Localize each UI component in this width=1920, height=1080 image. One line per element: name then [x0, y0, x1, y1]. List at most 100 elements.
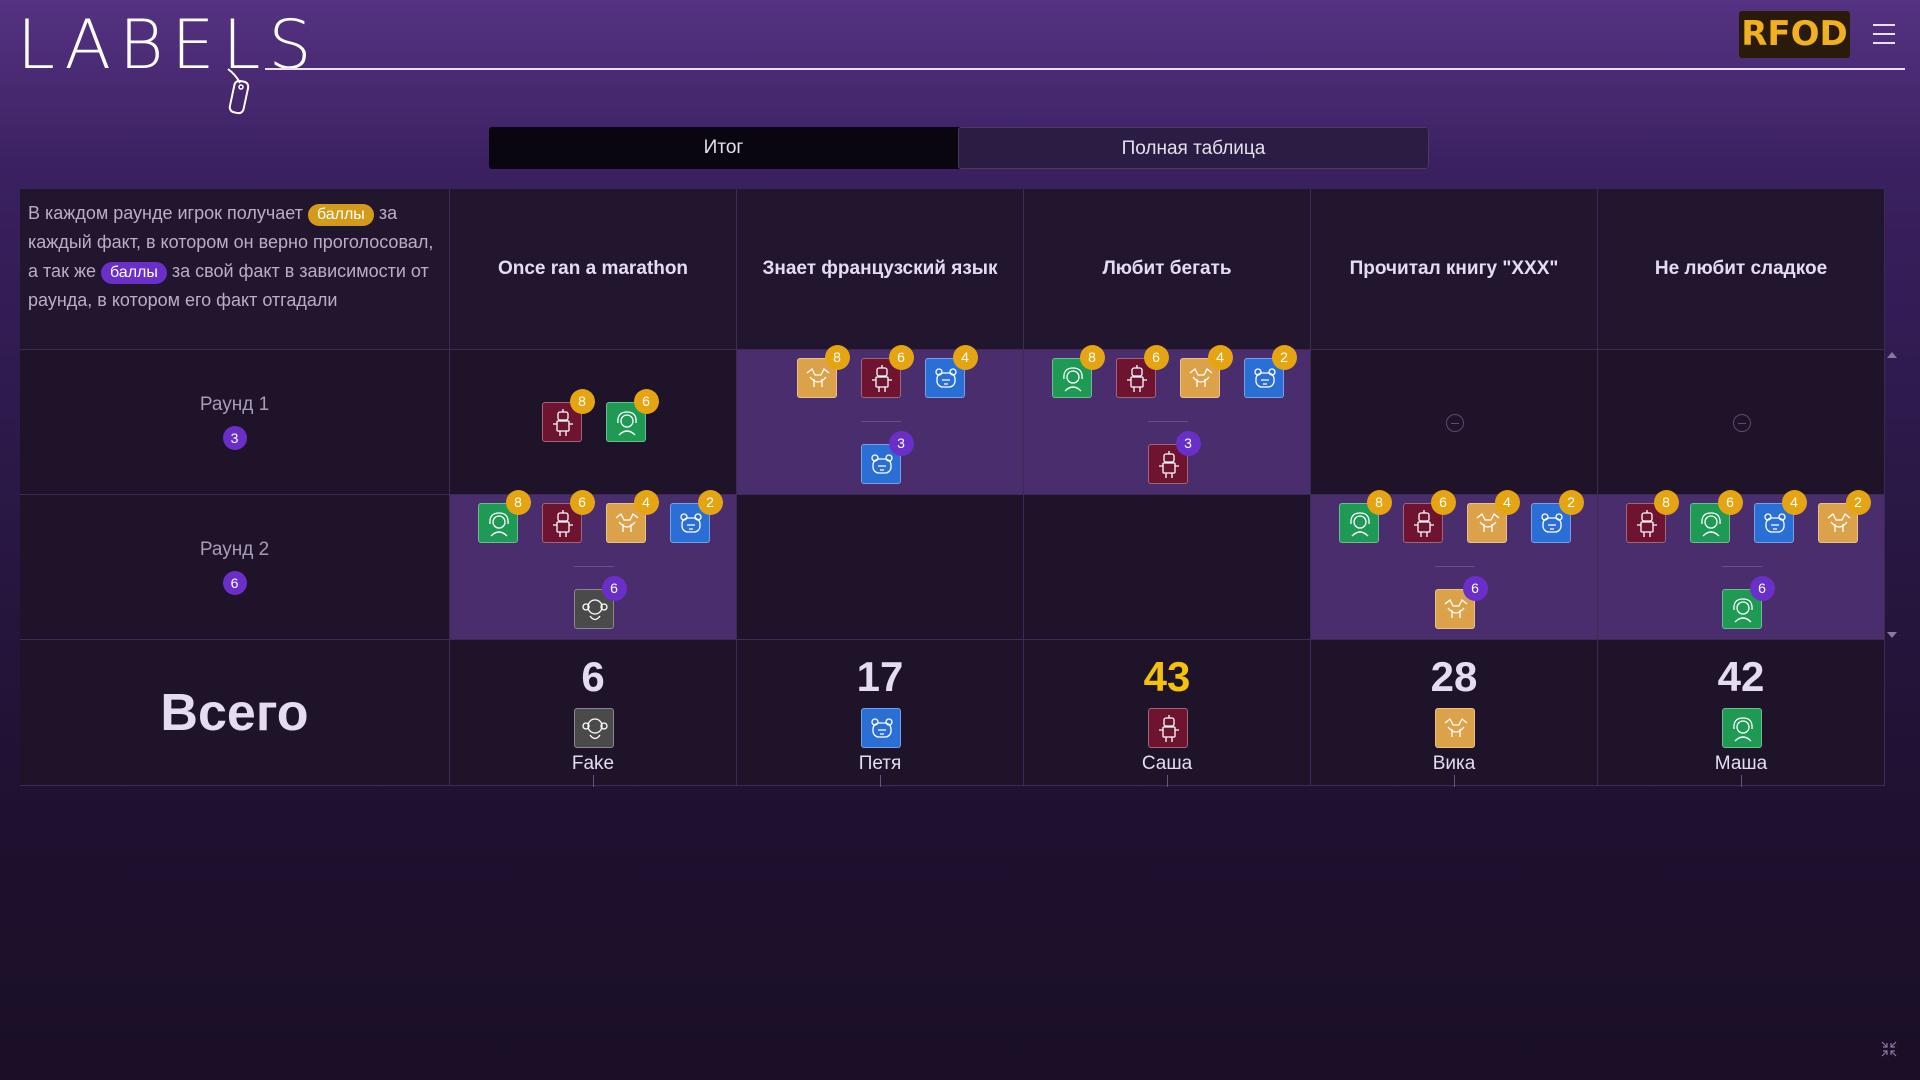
points-badge: 6: [1462, 576, 1488, 601]
column-tick: [1741, 775, 1742, 787]
girl-icon: [616, 411, 637, 436]
fact-column-header: Прочитал книгу "XXX": [1311, 189, 1598, 350]
dog-icon: [1476, 512, 1499, 532]
points-badge: 6: [1717, 490, 1743, 515]
player-token[interactable]: [860, 708, 901, 748]
player-token[interactable]: 8: [796, 345, 850, 398]
player-name: Петя: [858, 753, 902, 774]
column-tick: [593, 775, 594, 787]
player-token[interactable]: [1721, 708, 1762, 748]
hamburger-menu-icon[interactable]: [1873, 24, 1895, 44]
tab-summary[interactable]: Итог: [489, 127, 958, 169]
player-token[interactable]: 8: [1338, 490, 1392, 543]
round-cell: 8 6 4 3: [737, 345, 1024, 495]
points-badge: 6: [1143, 345, 1169, 370]
player-token[interactable]: 6: [541, 490, 595, 543]
player-token[interactable]: 8: [1625, 490, 1679, 543]
dog-icon: [1444, 598, 1467, 618]
points-badge: 3: [1175, 431, 1201, 456]
player-token[interactable]: 6: [1402, 490, 1456, 543]
player-token[interactable]: 8: [477, 490, 531, 543]
player-token[interactable]: 2: [669, 490, 723, 543]
total-label: Всего: [20, 640, 450, 786]
player-total-cell: 28 Вика: [1311, 640, 1598, 787]
round-cell: [1024, 495, 1311, 640]
player-token[interactable]: 4: [605, 490, 659, 543]
girl-icon: [488, 512, 509, 537]
view-tabs: Итог Полная таблица: [489, 127, 1429, 169]
scroll-up-icon[interactable]: [1887, 352, 1897, 358]
points-badge: 4: [1781, 490, 1807, 515]
girl-icon: [1732, 717, 1753, 742]
player-token[interactable]: 3: [860, 431, 914, 484]
points-badge: 4: [633, 490, 659, 515]
points-badge: 6: [633, 389, 659, 414]
rules-text-1: В каждом раунде игрок получает: [28, 203, 308, 223]
points-badge: 6: [569, 490, 595, 515]
scroll-down-icon[interactable]: [1887, 632, 1897, 638]
player-token[interactable]: 4: [1753, 490, 1807, 543]
points-badge: 2: [1558, 490, 1584, 515]
round-label: Раунд 2 6: [20, 495, 450, 640]
player-token[interactable]: 8: [1051, 345, 1105, 398]
player-name: Саша: [1141, 753, 1193, 774]
player-token[interactable]: [1434, 708, 1475, 748]
points-badge: 6: [1430, 490, 1456, 515]
player-token[interactable]: 8: [541, 389, 595, 442]
table-scrollbar[interactable]: [1883, 350, 1901, 640]
player-token[interactable]: 4: [1179, 345, 1233, 398]
player-name: Fake: [571, 753, 615, 774]
player-token[interactable]: 6: [605, 389, 659, 442]
robot-icon: [552, 510, 573, 537]
player-token[interactable]: 6: [1721, 576, 1775, 629]
points-badge: 3: [888, 431, 914, 456]
points-badge: 4: [1207, 345, 1233, 370]
robot-icon: [1126, 365, 1147, 392]
tag-icon: [227, 68, 250, 115]
brand-badge[interactable]: RFOD: [1739, 11, 1850, 58]
points-badge: 8: [1366, 490, 1392, 515]
player-token[interactable]: 4: [1466, 490, 1520, 543]
round-name: Раунд 2: [199, 539, 270, 560]
points-pill-gold: баллы: [307, 204, 374, 226]
points-badge: 8: [505, 490, 531, 515]
column-tick: [1454, 775, 1455, 787]
monkey-icon: [581, 718, 608, 740]
header-divider: [265, 68, 1905, 70]
player-token[interactable]: [1147, 708, 1188, 748]
rules-description: В каждом раунде игрок получает баллы за …: [20, 189, 450, 350]
player-token[interactable]: 4: [924, 345, 978, 398]
tab-full-table[interactable]: Полная таблица: [958, 127, 1429, 169]
round-label: Раунд 1 3: [20, 350, 450, 495]
separator: [1721, 566, 1762, 567]
player-token[interactable]: 2: [1243, 345, 1297, 398]
points-badge: 8: [1079, 345, 1105, 370]
separator: [860, 421, 901, 422]
player-token[interactable]: 2: [1817, 490, 1871, 543]
girl-icon: [1732, 598, 1753, 623]
girl-icon: [1700, 512, 1721, 537]
dog-icon: [615, 512, 638, 532]
dog-icon: [1827, 512, 1850, 532]
robot-icon: [1636, 510, 1657, 537]
player-token[interactable]: 2: [1530, 490, 1584, 543]
points-badge: 6: [601, 576, 627, 601]
player-token[interactable]: 6: [1689, 490, 1743, 543]
player-token[interactable]: 6: [573, 576, 627, 629]
player-token[interactable]: 3: [1147, 431, 1201, 484]
round-cell: 8 6 4 2 6: [1598, 490, 1885, 640]
player-token[interactable]: 6: [1115, 345, 1169, 398]
girl-icon: [1062, 367, 1083, 392]
bear-icon: [870, 718, 893, 738]
round-cell: 86: [450, 350, 737, 495]
round-cell: 8 6 4 2 3: [1024, 345, 1311, 495]
player-token[interactable]: 6: [1434, 576, 1488, 629]
app-logo: LABELS: [17, 12, 312, 116]
bear-icon: [1540, 513, 1563, 533]
player-token[interactable]: [573, 708, 614, 748]
player-total-cell: 6 Fake: [450, 640, 737, 787]
player-token[interactable]: 6: [860, 345, 914, 398]
monkey-icon: [581, 599, 608, 621]
round-cell: [1311, 350, 1598, 495]
fullscreen-exit-icon[interactable]: [1880, 1040, 1898, 1058]
